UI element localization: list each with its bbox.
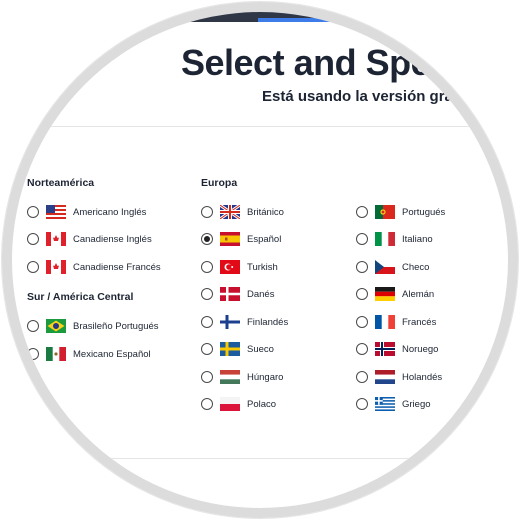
radio-button[interactable] bbox=[201, 398, 213, 410]
radio-button[interactable] bbox=[201, 206, 213, 218]
france-flag-icon bbox=[375, 315, 395, 329]
voice-label: Holandés bbox=[402, 371, 443, 383]
radio-button[interactable] bbox=[201, 261, 213, 273]
page-title: Select and Speak bbox=[181, 42, 470, 83]
radio-button-selected[interactable] bbox=[201, 233, 213, 245]
voice-option-brasileno-portugues[interactable]: Brasileño Portugués bbox=[27, 318, 159, 334]
voice-option-sueco[interactable]: Sueco bbox=[201, 341, 274, 357]
radio-button[interactable] bbox=[27, 233, 39, 245]
region-heading-europa: Europa bbox=[201, 177, 238, 189]
voice-label: Americano Inglés bbox=[73, 206, 147, 218]
hungary-flag-icon bbox=[220, 370, 240, 384]
voice-option-portugues[interactable]: Portugués bbox=[356, 204, 445, 220]
voice-label: Británico bbox=[247, 206, 284, 218]
voice-label: Brasileño Portugués bbox=[73, 320, 159, 332]
czech-flag-icon bbox=[375, 260, 395, 274]
section-divider bbox=[4, 458, 516, 459]
voice-option-holandes[interactable]: Holandés bbox=[356, 369, 442, 385]
voice-label: Canadiense Inglés bbox=[73, 233, 152, 245]
sweden-flag-icon bbox=[220, 342, 240, 356]
radio-button[interactable] bbox=[201, 288, 213, 300]
voice-label: Portugués bbox=[402, 206, 446, 218]
voice-option-frances[interactable]: Francés bbox=[356, 314, 436, 330]
voice-label: Polaco bbox=[247, 398, 277, 410]
canada-flag-icon bbox=[46, 232, 66, 246]
voice-label: Sueco bbox=[247, 343, 274, 355]
canada-flag-icon bbox=[46, 260, 66, 274]
netherlands-flag-icon bbox=[375, 370, 395, 384]
finland-flag-icon bbox=[220, 315, 240, 329]
spain-flag-icon bbox=[220, 232, 240, 246]
radio-button[interactable] bbox=[356, 371, 368, 383]
voice-option-polaco[interactable]: Polaco bbox=[201, 396, 276, 412]
voice-label: Húngaro bbox=[247, 371, 284, 383]
radio-button[interactable] bbox=[27, 320, 39, 332]
free-version-notice: Está usando la versión gratuita bbox=[262, 88, 485, 105]
voice-option-griego[interactable]: Griego bbox=[356, 396, 431, 412]
greece-flag-icon bbox=[375, 397, 395, 411]
voice-option-canadiense-frances[interactable]: Canadiense Francés bbox=[27, 259, 161, 275]
radio-button[interactable] bbox=[356, 288, 368, 300]
voice-option-turkish[interactable]: Turkish bbox=[201, 259, 278, 275]
radio-button[interactable] bbox=[201, 343, 213, 355]
voice-option-hungaro[interactable]: Húngaro bbox=[201, 369, 283, 385]
voice-label: Griego bbox=[402, 398, 431, 410]
radio-button[interactable] bbox=[356, 206, 368, 218]
region-heading-norteamerica: Norteamérica bbox=[27, 177, 95, 189]
region-heading-sur-america: Sur / América Central bbox=[27, 291, 134, 303]
radio-button[interactable] bbox=[356, 261, 368, 273]
voice-label: Español bbox=[247, 233, 282, 245]
voice-label: Mexicano Español bbox=[73, 348, 151, 360]
radio-button[interactable] bbox=[356, 398, 368, 410]
voice-option-noruego[interactable]: Noruego bbox=[356, 341, 438, 357]
portugal-flag-icon bbox=[375, 205, 395, 219]
voice-option-checo[interactable]: Checo bbox=[356, 259, 429, 275]
radio-button[interactable] bbox=[356, 233, 368, 245]
voice-option-italiano[interactable]: Italiano bbox=[356, 231, 433, 247]
usa-flag-icon bbox=[46, 205, 66, 219]
voice-option-espanol[interactable]: Español bbox=[201, 231, 281, 247]
radio-button[interactable] bbox=[27, 348, 39, 360]
radio-button[interactable] bbox=[201, 316, 213, 328]
radio-button[interactable] bbox=[356, 316, 368, 328]
radio-button[interactable] bbox=[27, 206, 39, 218]
voice-label: Finlandés bbox=[247, 316, 289, 328]
radio-button[interactable] bbox=[201, 371, 213, 383]
voice-label: Checo bbox=[402, 261, 430, 273]
mexico-flag-icon bbox=[46, 347, 66, 361]
voice-option-americano-ingles[interactable]: Americano Inglés bbox=[27, 204, 146, 220]
denmark-flag-icon bbox=[220, 287, 240, 301]
voice-label: Danés bbox=[247, 288, 275, 300]
voice-label: Francés bbox=[402, 316, 437, 328]
voice-label: Noruego bbox=[402, 343, 439, 355]
voice-label: Italiano bbox=[402, 233, 433, 245]
voice-label: Turkish bbox=[247, 261, 278, 273]
voice-option-britanico[interactable]: Británico bbox=[201, 204, 284, 220]
turkey-flag-icon bbox=[220, 260, 240, 274]
voice-option-finlandes[interactable]: Finlandés bbox=[201, 314, 288, 330]
voice-label: Canadiense Francés bbox=[73, 261, 161, 273]
voice-option-aleman[interactable]: Alemán bbox=[356, 286, 434, 302]
voice-label: Alemán bbox=[402, 288, 435, 300]
circular-crop: Select and Speak Está usando la versión … bbox=[4, 4, 516, 516]
active-tab-indicator bbox=[258, 18, 358, 22]
voice-option-danes[interactable]: Danés bbox=[201, 286, 274, 302]
header-divider bbox=[4, 126, 516, 127]
uk-flag-icon bbox=[220, 205, 240, 219]
poland-flag-icon bbox=[220, 397, 240, 411]
voice-option-mexicano-espanol[interactable]: Mexicano Español bbox=[27, 346, 151, 362]
norway-flag-icon bbox=[375, 342, 395, 356]
radio-button[interactable] bbox=[356, 343, 368, 355]
brazil-flag-icon bbox=[46, 319, 66, 333]
italy-flag-icon bbox=[375, 232, 395, 246]
radio-button[interactable] bbox=[27, 261, 39, 273]
germany-flag-icon bbox=[375, 287, 395, 301]
voice-option-canadiense-ingles[interactable]: Canadiense Inglés bbox=[27, 231, 152, 247]
